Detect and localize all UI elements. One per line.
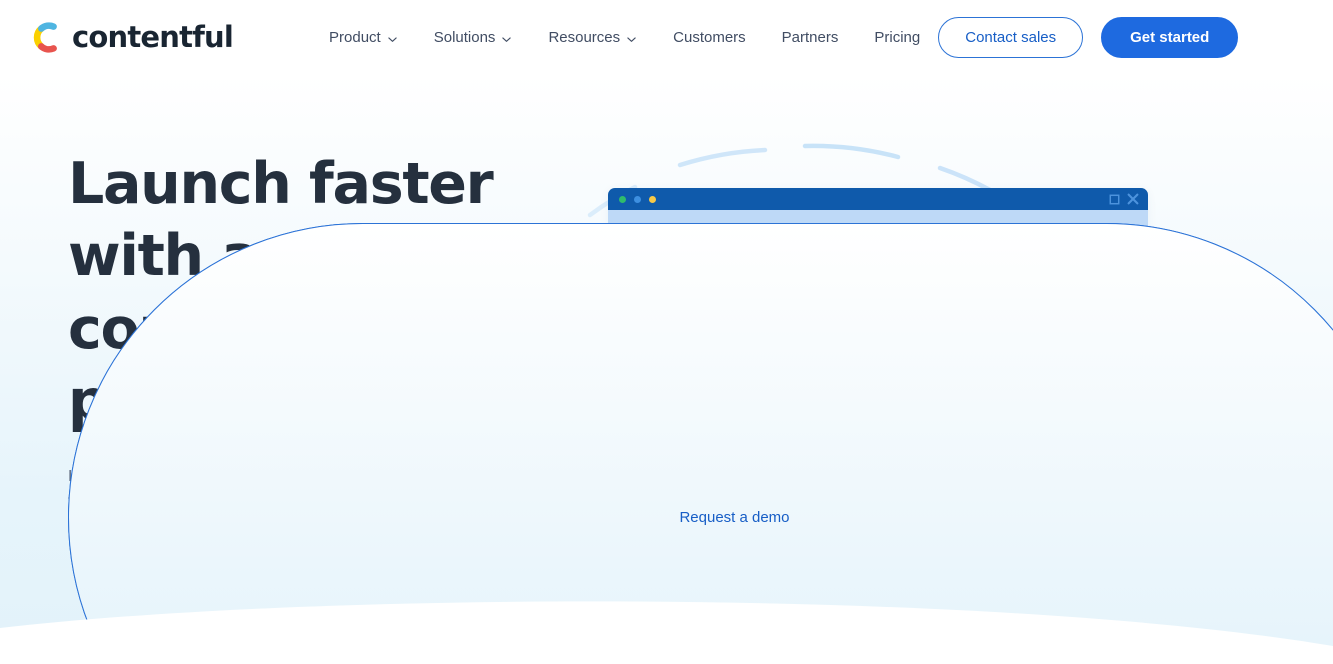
chevron-down-icon (501, 32, 512, 43)
brand-logo[interactable]: contentful (32, 20, 234, 54)
nav-item-partners[interactable]: Partners (764, 21, 857, 54)
browser-title-bar (608, 188, 1148, 210)
site-header: contentful Product Solutions Resources C… (0, 0, 1333, 75)
close-icon[interactable] (1127, 192, 1139, 210)
hero-copy: Launch faster with a modern content plat… (68, 148, 1333, 664)
header-get-started-button[interactable]: Get started (1101, 17, 1239, 58)
nav-label: Resources (548, 29, 621, 46)
nav-item-pricing[interactable]: Pricing (856, 21, 938, 54)
landing-page: contentful Product Solutions Resources C… (0, 0, 1333, 664)
nav-label: Pricing (874, 29, 921, 46)
window-dot-green (619, 195, 626, 203)
contentful-c-logo-icon (32, 21, 65, 54)
brand-name: contentful (72, 20, 234, 54)
nav-item-product[interactable]: Product (311, 21, 416, 54)
nav-item-customers[interactable]: Customers (655, 21, 764, 54)
nav-label: Product (329, 29, 381, 46)
chevron-down-icon (626, 32, 637, 43)
chevron-down-icon (387, 32, 398, 43)
section-wave-divider (0, 584, 1333, 664)
contact-sales-button[interactable]: Contact sales (938, 17, 1084, 58)
main-nav: Product Solutions Resources Customers Pa… (311, 21, 938, 54)
nav-label: Solutions (433, 29, 496, 46)
maximize-icon[interactable] (1109, 192, 1120, 210)
window-dot-blue (634, 195, 641, 203)
header-actions: Contact sales Get started (938, 17, 1333, 58)
nav-item-resources[interactable]: Resources (530, 21, 655, 54)
nav-label: Partners (781, 29, 839, 46)
window-dot-yellow (649, 195, 656, 203)
nav-item-solutions[interactable]: Solutions (416, 21, 531, 54)
hero-section: Launch faster with a modern content plat… (0, 75, 1333, 664)
nav-label: Customers (673, 29, 746, 46)
